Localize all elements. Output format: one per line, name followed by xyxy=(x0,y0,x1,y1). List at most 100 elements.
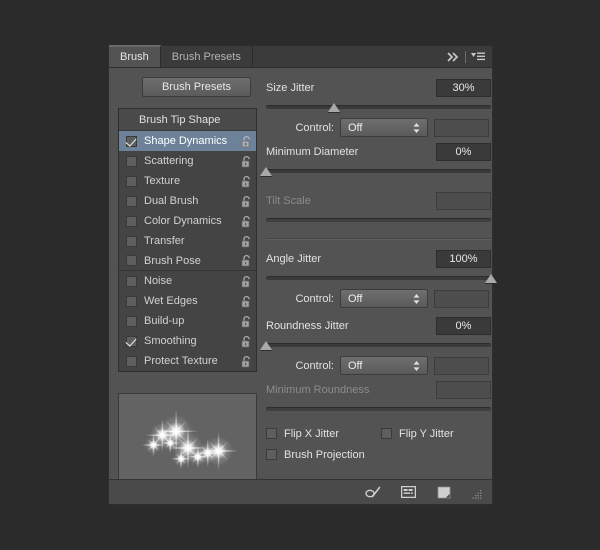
new-brush-preset-icon[interactable] xyxy=(435,484,452,500)
flip-y-jitter-checkbox[interactable]: Flip Y Jitter xyxy=(381,428,454,440)
brush-projection-row: Brush Projection xyxy=(266,444,491,465)
roundness-jitter-control-row: Control: Off xyxy=(266,352,491,376)
roundness-jitter-thumb[interactable] xyxy=(260,341,272,350)
padlock-open-icon[interactable] xyxy=(241,175,252,188)
padlock-open-icon xyxy=(241,254,252,267)
padlock-open-icon[interactable] xyxy=(241,235,252,248)
panel-header-controls xyxy=(446,46,492,67)
brush-presets-button[interactable]: Brush Presets xyxy=(142,77,251,97)
tilt-scale-track xyxy=(266,218,491,222)
list-item-brush-tip-shape[interactable]: Brush Tip Shape xyxy=(119,109,256,131)
angle-jitter-control-value: Off xyxy=(348,293,362,305)
minimum-diameter-row: Minimum Diameter 0% xyxy=(266,141,491,163)
tilt-scale-slider xyxy=(266,213,491,227)
option-label: Build-up xyxy=(144,315,241,327)
size-jitter-control-row: Control: Off xyxy=(266,114,491,138)
list-item-brush-pose[interactable]: Brush Pose xyxy=(119,251,256,271)
tab-brush-presets[interactable]: Brush Presets xyxy=(161,46,253,67)
size-jitter-control-extra[interactable] xyxy=(434,119,489,137)
option-checkbox[interactable] xyxy=(126,276,137,287)
panel-menu-icon[interactable] xyxy=(470,50,485,64)
padlock-open-icon[interactable] xyxy=(241,295,252,308)
angle-jitter-slider[interactable] xyxy=(266,271,491,285)
roundness-jitter-control-select[interactable]: Off xyxy=(340,356,428,375)
list-item-transfer[interactable]: Transfer xyxy=(119,231,256,251)
angle-jitter-control-extra[interactable] xyxy=(434,290,489,308)
size-jitter-control-select[interactable]: Off xyxy=(340,118,428,137)
padlock-open-icon[interactable] xyxy=(241,135,252,148)
padlock-open-icon xyxy=(241,295,252,308)
tilt-scale-row: Tilt Scale xyxy=(266,190,491,212)
brush-preset-manager-icon[interactable] xyxy=(400,484,417,500)
size-jitter-control-value: Off xyxy=(348,122,362,134)
padlock-open-icon[interactable] xyxy=(241,275,252,288)
padlock-open-icon[interactable] xyxy=(241,254,252,267)
size-jitter-track xyxy=(266,105,491,109)
padlock-open-icon[interactable] xyxy=(241,315,252,328)
list-item-texture[interactable]: Texture xyxy=(119,171,256,191)
list-item-protect-texture[interactable]: Protect Texture xyxy=(119,351,256,371)
option-checkbox[interactable] xyxy=(126,236,137,247)
angle-jitter-control-select[interactable]: Off xyxy=(340,289,428,308)
option-checkbox[interactable] xyxy=(126,296,137,307)
list-item-scattering[interactable]: Scattering xyxy=(119,151,256,171)
padlock-open-icon[interactable] xyxy=(241,195,252,208)
size-jitter-value[interactable]: 30% xyxy=(436,79,491,97)
option-checkbox[interactable] xyxy=(126,136,137,147)
list-item-smoothing[interactable]: Smoothing xyxy=(119,331,256,351)
minimum-diameter-thumb[interactable] xyxy=(260,167,272,176)
roundness-jitter-group: Roundness Jitter 0% Control: Off xyxy=(266,309,491,376)
roundness-jitter-control-extra[interactable] xyxy=(434,357,489,375)
flip-x-jitter-box xyxy=(266,428,277,439)
list-item-wet-edges[interactable]: Wet Edges xyxy=(119,291,256,311)
list-item-dual-brush[interactable]: Dual Brush xyxy=(119,191,256,211)
list-item-noise[interactable]: Noise xyxy=(119,271,256,291)
option-checkbox[interactable] xyxy=(126,156,137,167)
option-checkbox[interactable] xyxy=(126,255,137,266)
brush-projection-label: Brush Projection xyxy=(284,449,365,461)
size-jitter-slider[interactable] xyxy=(266,100,491,114)
flip-x-jitter-checkbox[interactable]: Flip X Jitter xyxy=(266,428,339,440)
option-checkbox[interactable] xyxy=(126,196,137,207)
minimum-roundness-label: Minimum Roundness xyxy=(266,384,436,396)
panel-tab-bar: Brush Brush Presets xyxy=(109,46,492,68)
toggle-brush-clear-icon[interactable] xyxy=(365,484,382,500)
resize-grip-icon[interactable] xyxy=(472,487,482,497)
roundness-jitter-label: Roundness Jitter xyxy=(266,320,436,332)
brush-projection-checkbox[interactable]: Brush Projection xyxy=(266,449,365,461)
option-checkbox[interactable] xyxy=(126,356,137,367)
option-checkbox[interactable] xyxy=(126,316,137,327)
angle-jitter-value[interactable]: 100% xyxy=(436,250,491,268)
minimum-roundness-row: Minimum Roundness xyxy=(266,379,491,401)
tilt-scale-value xyxy=(436,192,491,210)
size-jitter-thumb[interactable] xyxy=(328,103,340,112)
list-item-build-up[interactable]: Build-up xyxy=(119,311,256,331)
option-label: Brush Pose xyxy=(144,255,241,267)
brush-projection-box xyxy=(266,449,277,460)
brush-tip-shape-label: Brush Tip Shape xyxy=(139,114,220,126)
size-jitter-row: Size Jitter 30% xyxy=(266,77,491,99)
padlock-open-icon[interactable] xyxy=(241,155,252,168)
chevron-updown-icon xyxy=(413,122,420,134)
padlock-open-icon[interactable] xyxy=(241,355,252,368)
list-item-color-dynamics[interactable]: Color Dynamics xyxy=(119,211,256,231)
roundness-jitter-value[interactable]: 0% xyxy=(436,317,491,335)
flip-y-jitter-box xyxy=(381,428,392,439)
minimum-diameter-value[interactable]: 0% xyxy=(436,143,491,161)
brush-option-rows: Shape DynamicsScatteringTextureDual Brus… xyxy=(119,131,256,371)
padlock-open-icon[interactable] xyxy=(241,335,252,348)
panel-body: Brush Presets Brush Tip Shape Shape Dyna… xyxy=(109,68,492,479)
padlock-open-icon[interactable] xyxy=(241,215,252,228)
minimum-diameter-slider[interactable] xyxy=(266,164,491,178)
double-right-chevron-icon[interactable] xyxy=(446,50,461,64)
minimum-diameter-label: Minimum Diameter xyxy=(266,146,436,158)
jitter-flags: Flip X Jitter Flip Y Jitter Brush Projec… xyxy=(266,416,491,465)
option-checkbox[interactable] xyxy=(126,216,137,227)
angle-jitter-thumb[interactable] xyxy=(485,274,497,283)
angle-jitter-row: Angle Jitter 100% xyxy=(266,248,491,270)
list-item-shape-dynamics[interactable]: Shape Dynamics xyxy=(119,131,256,151)
tab-brush[interactable]: Brush xyxy=(109,45,161,67)
option-checkbox[interactable] xyxy=(126,176,137,187)
option-checkbox[interactable] xyxy=(126,336,137,347)
roundness-jitter-slider[interactable] xyxy=(266,338,491,352)
